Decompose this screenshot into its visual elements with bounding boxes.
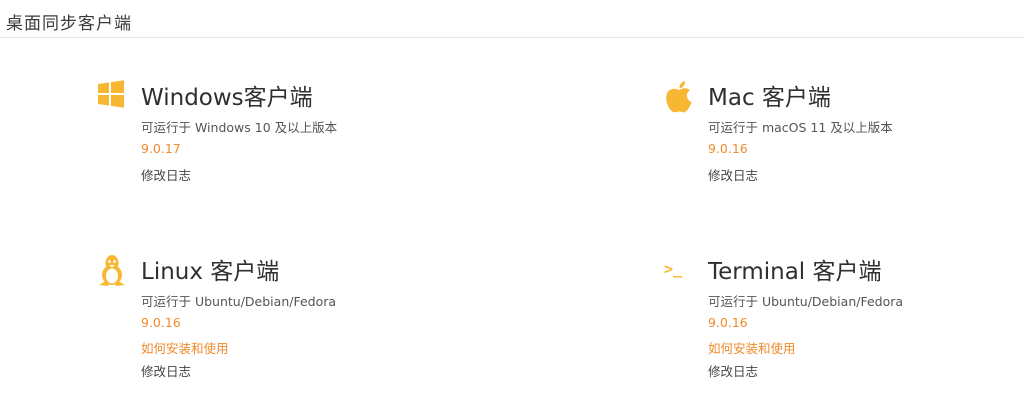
changelog-link[interactable]: 修改日志 [708, 361, 758, 380]
apple-icon [664, 80, 694, 114]
client-version-link[interactable]: 9.0.16 [708, 315, 748, 330]
terminal-glyph: >_ [664, 260, 683, 278]
client-version-link[interactable]: 9.0.16 [708, 141, 748, 156]
changelog-link[interactable]: 修改日志 [141, 361, 191, 380]
changelog-link[interactable]: 修改日志 [708, 165, 758, 184]
client-requirements: 可运行于 macOS 11 及以上版本 [708, 120, 893, 135]
install-guide-link[interactable]: 如何安装和使用 [141, 338, 229, 357]
client-requirements: 可运行于 Ubuntu/Debian/Fedora [708, 294, 904, 309]
client-requirements: 可运行于 Ubuntu/Debian/Fedora [141, 294, 337, 309]
client-title: Mac 客户端 [708, 85, 831, 111]
client-card-terminal: >_ Terminal 客户端 可运行于 Ubuntu/Debian/Fedor… [664, 254, 1004, 384]
terminal-icon: >_ [664, 254, 694, 288]
page-title: 桌面同步客户端 [6, 14, 132, 34]
client-title: Linux 客户端 [141, 259, 280, 285]
client-card-windows: Windows客户端 可运行于 Windows 10 及以上版本 9.0.17 … [97, 80, 517, 190]
install-guide-link[interactable]: 如何安装和使用 [708, 338, 796, 357]
changelog-link[interactable]: 修改日志 [141, 165, 191, 184]
page-header: 桌面同步客户端 [0, 0, 1024, 38]
client-requirements: 可运行于 Windows 10 及以上版本 [141, 120, 338, 135]
client-version-link[interactable]: 9.0.17 [141, 141, 181, 156]
windows-icon [97, 80, 127, 114]
client-card-mac: Mac 客户端 可运行于 macOS 11 及以上版本 9.0.16 修改日志 [664, 80, 1004, 190]
client-version-link[interactable]: 9.0.16 [141, 315, 181, 330]
linux-penguin-icon [97, 254, 127, 288]
client-title: Terminal 客户端 [708, 259, 882, 285]
client-title: Windows客户端 [141, 85, 313, 111]
client-card-linux: Linux 客户端 可运行于 Ubuntu/Debian/Fedora 9.0.… [97, 254, 517, 384]
